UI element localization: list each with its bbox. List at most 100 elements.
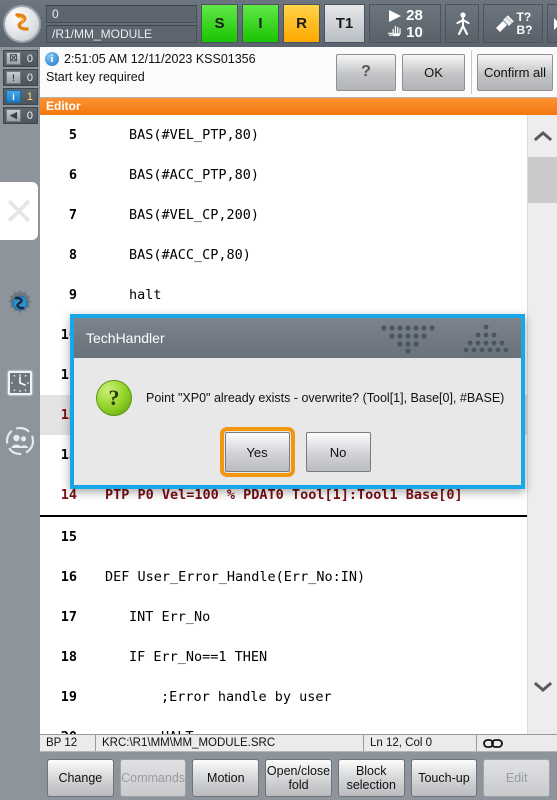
code-line[interactable]: 20HALT bbox=[40, 717, 528, 734]
file-path-label: KRC:\R1\MM\MM_MODULE.SRC bbox=[96, 735, 364, 751]
softkey-open-close-fold[interactable]: Open/close fold bbox=[265, 758, 332, 797]
robot-settings-button[interactable] bbox=[4, 287, 36, 319]
message-header-line: i 2:51:05 AM 12/11/2023 KSS01356 bbox=[45, 52, 336, 66]
link-chain-icon bbox=[483, 738, 503, 748]
close-x-icon bbox=[8, 200, 30, 222]
code-line-text: BAS(#ACC_PTP,80) bbox=[129, 167, 260, 183]
status-i-button[interactable]: I bbox=[242, 4, 279, 43]
user-group-button[interactable] bbox=[4, 425, 36, 457]
dialog-body: ? Point "XP0" already exists - overwrite… bbox=[74, 358, 521, 485]
editor-status-bar: BP 12 KRC:\R1\MM\MM_MODULE.SRC Ln 12, Co… bbox=[40, 734, 557, 752]
help-button[interactable]: ? bbox=[336, 53, 396, 91]
top-status-toolbar: 0 /R1/MM_MODULE S I R T1 28 10 T? B? bbox=[0, 0, 557, 47]
warning-message-counter[interactable]: ! 0 bbox=[3, 69, 38, 86]
message-separator bbox=[471, 50, 472, 94]
dialog-yes-button[interactable]: Yes bbox=[219, 427, 295, 477]
message-body: Start key required bbox=[46, 70, 145, 84]
override-icons bbox=[387, 10, 402, 37]
waiting-message-icon: ◀ bbox=[6, 109, 21, 122]
operating-mode-button[interactable]: T1 bbox=[324, 4, 365, 43]
program-number-field[interactable]: 0 bbox=[46, 4, 197, 23]
code-line[interactable]: 8 BAS(#ACC_CP,80) bbox=[40, 235, 528, 275]
code-line-text: DEF User_Error_Handle(Err_No:IN) bbox=[105, 569, 366, 585]
dialog-no-button[interactable]: No bbox=[305, 432, 371, 472]
stop-message-count: 0 bbox=[26, 52, 33, 65]
code-line-number: 14 bbox=[60, 487, 77, 503]
jog-hand-icon bbox=[388, 25, 402, 37]
code-line-text: INT Err_No bbox=[129, 609, 211, 625]
stop-message-counter[interactable]: ☒ 0 bbox=[3, 50, 38, 67]
question-mark-green-icon: ? bbox=[96, 380, 132, 416]
code-line-text: BAS(#VEL_PTP,80) bbox=[129, 127, 260, 143]
code-line[interactable]: 15 bbox=[40, 517, 528, 557]
dialog-button-row: Yes No bbox=[74, 427, 521, 477]
confirm-all-button[interactable]: Confirm all bbox=[477, 53, 553, 91]
editor-title-bar: Editor bbox=[40, 98, 557, 115]
ok-button[interactable]: OK bbox=[402, 53, 465, 91]
message-bar: i 2:51:05 AM 12/11/2023 KSS01356 Start k… bbox=[40, 47, 557, 98]
code-line[interactable]: 5 BAS(#VEL_PTP,80) bbox=[40, 115, 528, 155]
message-text-area[interactable]: i 2:51:05 AM 12/11/2023 KSS01356 Start k… bbox=[40, 47, 336, 97]
link-chain-indicator bbox=[477, 735, 537, 751]
info-message-icon: i bbox=[6, 90, 21, 103]
robot-settings-gear-icon bbox=[8, 290, 32, 314]
code-line-number: 7 bbox=[68, 207, 77, 223]
softkey-motion[interactable]: Motion bbox=[192, 758, 260, 797]
code-line-number: 6 bbox=[68, 167, 77, 183]
dialog-title-bar: TechHandler bbox=[74, 318, 521, 358]
softkey-edit: Edit bbox=[483, 758, 551, 797]
increment-jog-button[interactable] bbox=[547, 4, 557, 43]
code-line-number: 19 bbox=[60, 689, 77, 705]
info-circle-icon: i bbox=[45, 52, 59, 66]
code-line-number: 5 bbox=[68, 127, 77, 143]
tool-base-button[interactable]: T? B? bbox=[483, 4, 543, 43]
kuka-robot-logo-icon[interactable] bbox=[3, 4, 41, 43]
soft-key-bar: Change Commands Motion Open/close fold Block… bbox=[40, 755, 557, 800]
code-line[interactable]: 6 BAS(#ACC_PTP,80) bbox=[40, 155, 528, 195]
status-r-button[interactable]: R bbox=[283, 4, 320, 43]
code-line[interactable]: 19 ;Error handle by user bbox=[40, 677, 528, 717]
info-message-counter[interactable]: i 1 bbox=[3, 88, 38, 105]
message-counters: ☒ 0 ! 0 i 1 ◀ 0 bbox=[0, 47, 40, 124]
walking-man-icon bbox=[455, 11, 470, 35]
code-line[interactable]: 7 BAS(#VEL_CP,200) bbox=[40, 195, 528, 235]
kuka-dot-pattern-right-icon bbox=[463, 324, 509, 354]
code-line[interactable]: 9 halt bbox=[40, 275, 528, 315]
softkey-change[interactable]: Change bbox=[47, 758, 114, 797]
kuka-robot-logo-glyph bbox=[15, 12, 29, 31]
close-editor-button[interactable] bbox=[0, 182, 38, 240]
code-line[interactable]: 18 IF Err_No==1 THEN bbox=[40, 637, 528, 677]
code-line[interactable]: 16 DEF User_Error_Handle(Err_No:IN) bbox=[40, 557, 528, 597]
scroll-down-button[interactable] bbox=[528, 666, 557, 708]
softkey-block-selection[interactable]: Block selection bbox=[337, 758, 405, 797]
dialog-title: TechHandler bbox=[86, 330, 165, 346]
waiting-message-counter[interactable]: ◀ 0 bbox=[3, 107, 38, 124]
program-path-field[interactable]: /R1/MM_MODULE bbox=[46, 24, 197, 43]
techhandler-dialog: TechHandler ? Point "XP0" already exists… bbox=[70, 314, 525, 489]
clock-button[interactable] bbox=[4, 367, 36, 399]
tool-label: T? bbox=[516, 9, 532, 24]
scrollbar-thumb[interactable] bbox=[528, 157, 557, 203]
editor-vertical-scrollbar[interactable] bbox=[527, 115, 557, 734]
code-line-text: halt bbox=[129, 287, 162, 303]
override-button[interactable]: 28 10 bbox=[369, 4, 441, 43]
increment-jog-icon bbox=[554, 17, 557, 30]
scroll-up-button[interactable] bbox=[528, 115, 557, 157]
code-line-text: BAS(#ACC_CP,80) bbox=[129, 247, 251, 263]
tool-gripper-icon bbox=[495, 14, 514, 32]
override-program-value: 28 bbox=[406, 6, 423, 24]
tool-base-labels: T? B? bbox=[516, 9, 533, 37]
code-line[interactable]: 17 INT Err_No bbox=[40, 597, 528, 637]
status-s-button[interactable]: S bbox=[201, 4, 238, 43]
softkey-commands: Commands bbox=[119, 758, 187, 797]
softkey-touch-up[interactable]: Touch-up bbox=[410, 758, 478, 797]
jog-mode-button[interactable] bbox=[445, 4, 479, 43]
override-jog-value: 10 bbox=[406, 23, 423, 41]
code-line-number: 9 bbox=[68, 287, 77, 303]
play-triangle-icon bbox=[388, 10, 401, 22]
chevron-down-icon bbox=[534, 681, 552, 692]
left-rail: ☒ 0 ! 0 i 1 ◀ 0 bbox=[0, 47, 40, 800]
stop-message-icon: ☒ bbox=[6, 52, 21, 65]
dialog-message-row: ? Point "XP0" already exists - overwrite… bbox=[74, 358, 521, 416]
code-line-text: ;Error handle by user bbox=[161, 689, 332, 705]
